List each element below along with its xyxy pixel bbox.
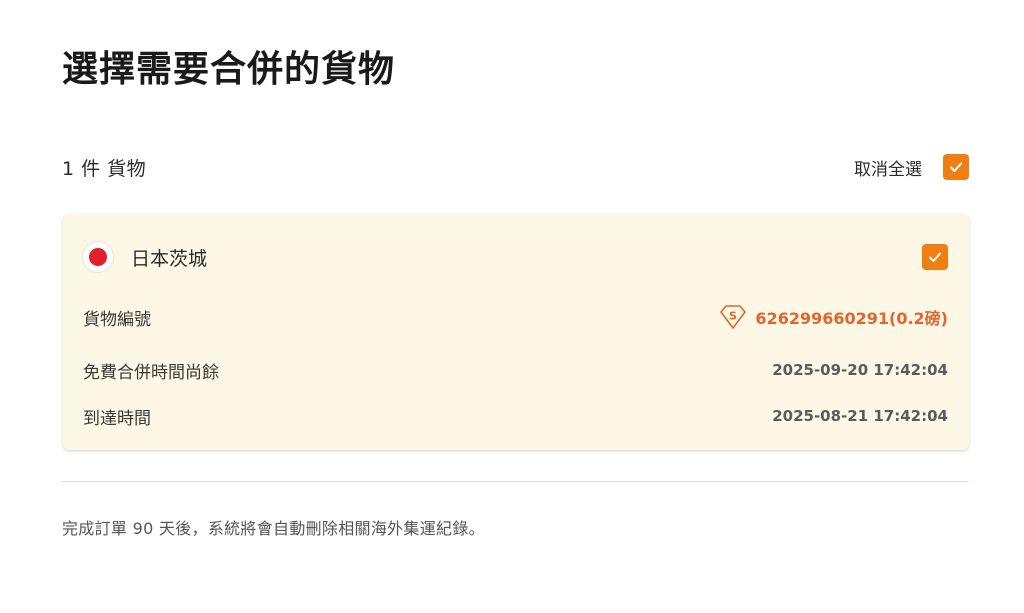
super-badge-icon: S [720,305,747,329]
deselect-all-label[interactable]: 取消全選 [854,155,922,180]
shipment-card-header: 日本茨城 [83,242,948,272]
checkmark-icon [950,162,962,172]
tracking-value: 626299660291(0.2磅) [755,309,948,328]
free-merge-label: 免費合併時間尚餘 [83,362,219,383]
svg-text:S: S [729,310,737,323]
tracking-label: 貨物編號 [83,309,151,330]
flag-red-dot [89,248,107,266]
tracking-number: S 626299660291(0.2磅) [719,304,948,330]
shipment-origin: 日本茨城 [83,242,207,272]
tracking-row: 貨物編號 S 626299660291(0.2磅) [83,302,948,332]
deselect-all-control[interactable]: 取消全選 [854,154,969,180]
free-merge-value: 2025-09-20 17:42:04 [772,361,948,379]
arrival-row: 到達時間 2025-08-21 17:42:04 [83,401,948,431]
arrival-label: 到達時間 [83,408,151,429]
retention-note: 完成訂單 90 天後，系統將會自動刪除相關海外集運紀錄。 [62,519,485,538]
japan-flag-icon [83,242,113,272]
free-merge-row: 免費合併時間尚餘 2025-09-20 17:42:04 [83,355,948,385]
checkmark-icon [929,252,941,262]
merge-shipments-page: 選擇需要合併的貨物 1 件 貨物 取消全選 日本茨城 貨物編號 S 626299… [0,0,1024,613]
summary-row: 1 件 貨物 取消全選 [62,150,969,184]
shipment-count-label: 1 件 貨物 [62,157,147,180]
shipment-card[interactable]: 日本茨城 貨物編號 S 626299660291(0.2磅) 免費合併時間尚餘 … [63,214,969,450]
origin-label: 日本茨城 [131,247,208,270]
divider [62,481,969,482]
page-title: 選擇需要合併的貨物 [62,49,396,90]
arrival-value: 2025-08-21 17:42:04 [772,407,948,425]
shipment-checkbox[interactable] [922,244,948,270]
select-all-checkbox[interactable] [943,154,969,180]
